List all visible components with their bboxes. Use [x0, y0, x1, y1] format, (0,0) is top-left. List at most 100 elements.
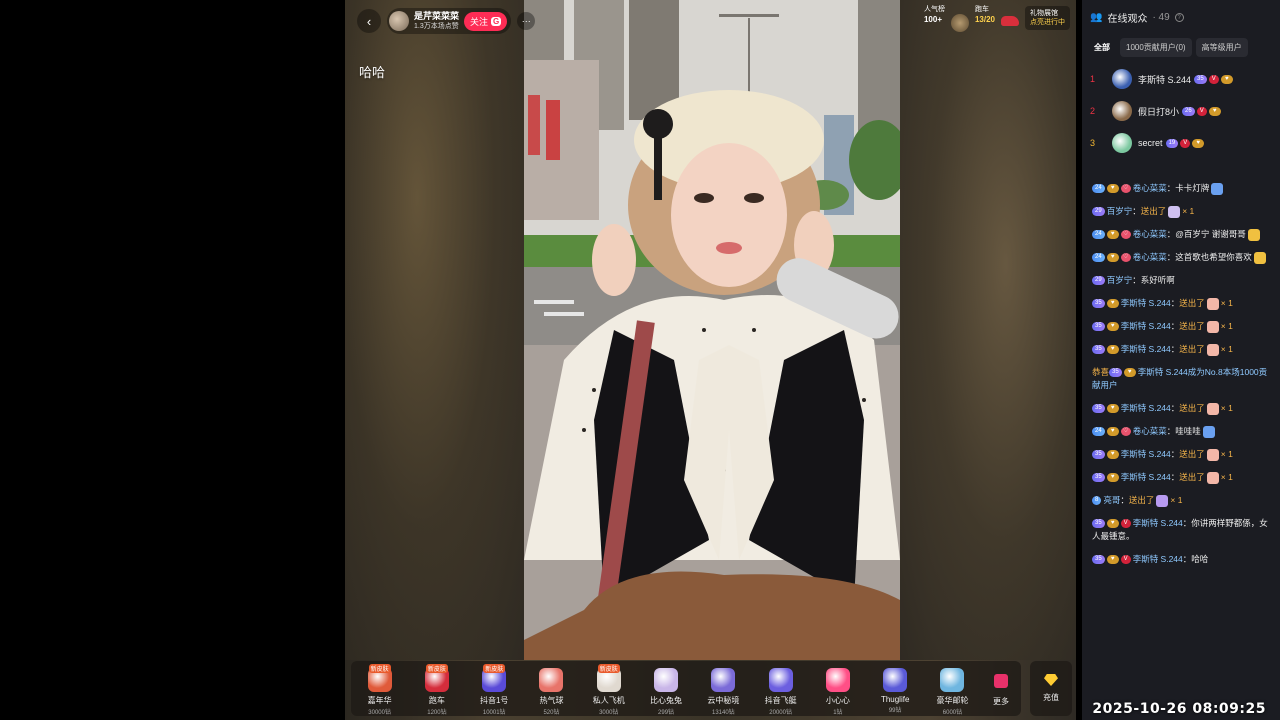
gift-price: 30000钻 [368, 710, 391, 716]
chat-user[interactable]: 李斯特 S.244 [1121, 449, 1171, 459]
level-badge: 26 [1182, 106, 1195, 116]
more-icon[interactable]: ··· [517, 12, 536, 30]
level-badge: 24 [1092, 427, 1105, 437]
audience-tab[interactable]: 高等级用户 [1195, 38, 1248, 57]
popularity-rank[interactable]: 人气榜 100+ [924, 6, 945, 25]
colon: ： [1170, 298, 1180, 308]
colon: ： [1166, 229, 1176, 239]
level-badge: 35 [1194, 74, 1207, 84]
back-button[interactable]: ‹ [357, 9, 381, 33]
rank-row[interactable]: 1 李斯特 S.244 35 V ♥ [1082, 63, 1280, 95]
gift-icon [1206, 402, 1219, 415]
sports-car-icon [1001, 16, 1019, 26]
host-pill[interactable]: 是芹菜菜菜 1.3万本场点赞 关注 G [387, 8, 512, 34]
user-avatar[interactable] [1112, 101, 1132, 121]
recharge-label: 充值 [1043, 693, 1059, 702]
chat-action: 送出了 [1128, 495, 1155, 505]
gift-icon [1211, 182, 1224, 195]
car-label: 跑车 [974, 6, 989, 13]
gift-price: 13140钻 [711, 710, 735, 716]
club-badge-icon: ♡ [1120, 230, 1131, 240]
chat-feed[interactable]: 24 ♥ ♡ 卷心菜菜：卡卡灯牌 29 百岁宁：送出了 × 1 24 ♥ ♡ 卷心菜菜：@百岁宁 谢… [1082, 182, 1280, 702]
gift-icon [1253, 251, 1266, 264]
chat-user[interactable]: 卷心菜菜 [1133, 426, 1167, 436]
gift-item[interactable]: 新皮肤 嘉年华 30000钻 [351, 664, 408, 716]
audience-count: · 49 [1152, 12, 1170, 23]
chat-action: 送出了 [1179, 403, 1205, 413]
level-badge: 35 [1092, 473, 1105, 483]
audience-tab[interactable]: 全部 [1088, 38, 1116, 57]
host-avatar[interactable] [389, 11, 409, 31]
user-avatar[interactable] [1112, 69, 1132, 89]
chat-user[interactable]: 李斯特 S.244 [1133, 554, 1183, 564]
chat-action: 送出了 [1179, 449, 1205, 459]
rank-row[interactable]: 3 secret 19 V ♥ [1082, 127, 1280, 159]
audience-header: 👥 在线观众 · 49 ? [1082, 0, 1280, 25]
gift-item[interactable]: 比心兔兔 299钻 [637, 664, 694, 716]
club-badge-icon: ♡ [1120, 184, 1131, 194]
chat-user[interactable]: 卷心菜菜 [1133, 252, 1167, 262]
chat-user[interactable]: 李斯特 S.244 [1121, 298, 1171, 308]
live-video[interactable] [524, 0, 900, 660]
user-name: 假日打8小 [1138, 106, 1180, 117]
host-name: 是芹菜菜菜 [414, 11, 460, 21]
rank-number: 2 [1090, 106, 1096, 116]
gift-price: 20000钻 [769, 710, 792, 716]
gift-icon [539, 668, 564, 692]
chat-action: 送出了 [1179, 344, 1205, 354]
chat-user[interactable]: 李斯特 S.244 [1121, 403, 1171, 413]
gift-item[interactable]: 抖音飞艇 20000钻 [752, 664, 809, 716]
gift-item[interactable]: 新皮肤 抖音1号 10001钻 [466, 664, 523, 716]
stage-blur-left [345, 0, 525, 660]
gift-icon [940, 668, 965, 692]
colon: ： [1166, 252, 1176, 262]
car-progress[interactable]: 跑车 13/20 [975, 6, 995, 25]
chat-user[interactable]: 百岁宁 [1107, 206, 1133, 216]
gift-icon [1156, 494, 1169, 507]
verified-badge-icon: V [1180, 138, 1191, 148]
chat-message: 35 ♥ 李斯特 S.244：送出了 × 1 [1092, 343, 1274, 356]
gift-item[interactable]: 新皮肤 私人飞机 3000钻 [580, 664, 637, 716]
gift-item[interactable]: Thuglife 99钻 [867, 664, 924, 714]
rank-row[interactable]: 2 假日打8小 26 V ♥ [1082, 95, 1280, 127]
help-icon[interactable]: ? [1174, 13, 1184, 22]
gift-item[interactable]: 云中秘境 13140钻 [695, 664, 752, 716]
gift-item[interactable]: 热气球 520钻 [523, 664, 580, 716]
chat-user[interactable]: 亮哥 [1103, 495, 1120, 505]
popularity-label: 人气榜 [923, 6, 945, 13]
level-badge: 24 [1092, 184, 1105, 194]
chat-user[interactable]: 李斯特 S.244 [1121, 344, 1171, 354]
chat-user[interactable]: 卷心菜菜 [1133, 229, 1167, 239]
gift-icon [1206, 297, 1219, 310]
chat-user[interactable]: 百岁宁 [1107, 275, 1133, 285]
gift-more-button[interactable]: 更多 [981, 664, 1021, 707]
recharge-button[interactable]: 充值 [1030, 661, 1072, 716]
fan-badge-icon: ♥ [1106, 184, 1119, 194]
chat-action: 送出了 [1179, 298, 1205, 308]
fan-badge-icon: ♥ [1106, 345, 1119, 355]
user-avatar[interactable] [1112, 133, 1132, 153]
gift-hall-sub: 点亮进行中 [1030, 19, 1065, 27]
chat-action: 送出了 [1179, 472, 1205, 482]
audience-tab[interactable]: 1000贡献用户(0) [1120, 38, 1192, 57]
chat-user[interactable]: 卷心菜菜 [1133, 183, 1167, 193]
chat-user[interactable]: 李斯特 S.244 [1133, 518, 1183, 528]
gift-bar: 新皮肤 嘉年华 30000钻 新皮肤 跑车 1200钻 新皮肤 抖音1号 10001钻 热气球 52… [351, 661, 1021, 716]
level-badge: 35 [1092, 299, 1105, 309]
live-video-frame [524, 0, 900, 660]
colon: ： [1182, 518, 1192, 528]
verified-badge-icon: V [1120, 519, 1131, 529]
chat-user[interactable]: 李斯特 S.244 [1121, 472, 1171, 482]
level-badge: 24 [1092, 230, 1105, 240]
gift-item[interactable]: 新皮肤 跑车 1200钻 [408, 664, 465, 716]
gift-count: × 1 [1220, 321, 1233, 331]
timestamp-overlay: 2025-10-26 08:09:25 [1092, 701, 1266, 717]
gift-hall[interactable]: 礼物展馆 点亮进行中 [1025, 6, 1070, 31]
user-name: secret [1138, 138, 1163, 148]
follow-button[interactable]: 关注 G [464, 11, 508, 31]
chat-user[interactable]: 李斯特 S.244 [1121, 321, 1171, 331]
gift-item[interactable]: 豪华邮轮 6000钻 [924, 664, 981, 716]
gift-item[interactable]: 小心心 1钻 [809, 664, 866, 716]
fan-badge-icon: ♥ [1106, 322, 1119, 332]
chat-message: 24 ♥ ♡ 卷心菜菜：这首歌也希望你喜欢 [1092, 251, 1274, 264]
